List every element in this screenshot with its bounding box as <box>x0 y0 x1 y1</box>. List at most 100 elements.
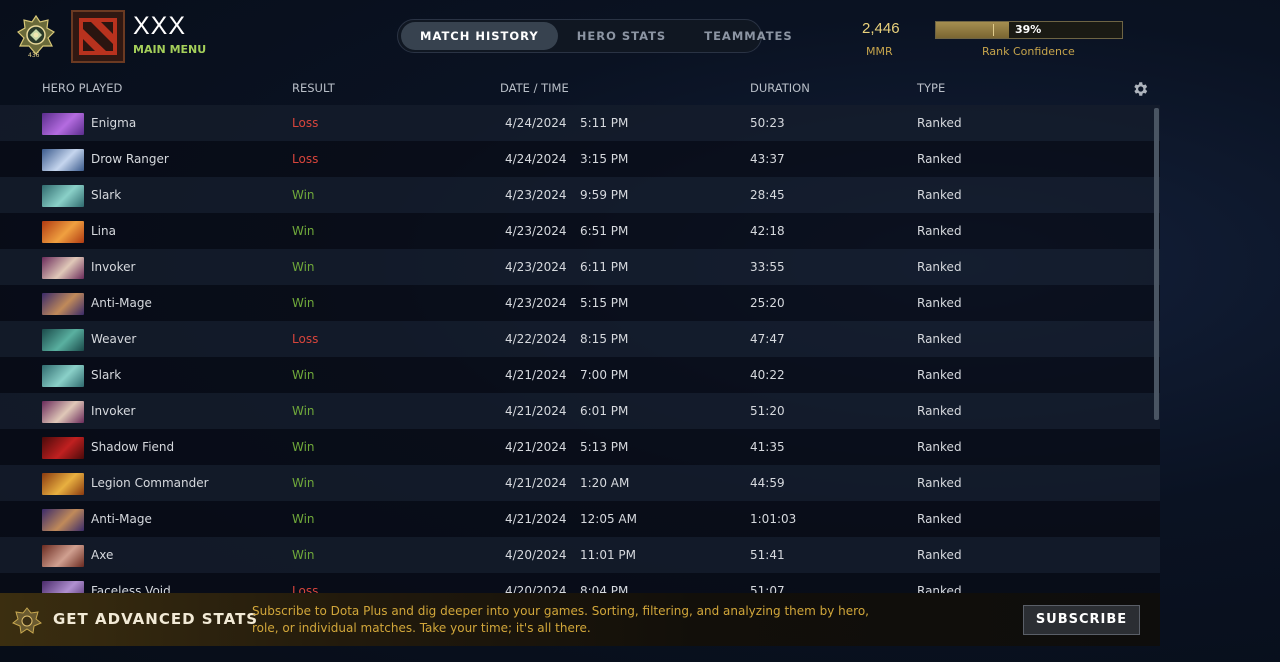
match-type: Ranked <box>917 260 962 274</box>
match-date-time: 4/23/2024 9:59 PM <box>505 188 660 202</box>
table-row[interactable]: Anti-Mage Win 4/23/2024 5:15 PM 25:20 Ranked <box>0 285 1160 321</box>
hero-name: Axe <box>91 548 114 562</box>
match-date: 4/21/2024 <box>505 440 567 454</box>
gear-icon[interactable] <box>1131 80 1149 98</box>
table-row[interactable]: Axe Win 4/20/2024 11:01 PM 51:41 Ranked <box>0 537 1160 573</box>
match-result: Win <box>292 224 315 238</box>
match-type: Ranked <box>917 332 962 346</box>
table-row[interactable]: Shadow Fiend Win 4/21/2024 5:13 PM 41:35 Rank… <box>0 429 1160 465</box>
match-date: 4/24/2024 <box>505 116 567 130</box>
match-date: 4/23/2024 <box>505 260 567 274</box>
match-date-time: 4/21/2024 5:13 PM <box>505 440 660 454</box>
subscribe-button[interactable]: SUBSCRIBE <box>1023 605 1140 635</box>
match-time: 5:13 PM <box>580 440 629 454</box>
match-date: 4/21/2024 <box>505 512 567 526</box>
match-type: Ranked <box>917 296 962 310</box>
hero-portrait-icon <box>42 365 84 387</box>
hero-name: Drow Ranger <box>91 152 169 166</box>
match-date: 4/24/2024 <box>505 152 567 166</box>
table-row[interactable]: Drow Ranger Loss 4/24/2024 3:15 PM 43:37 Rank… <box>0 141 1160 177</box>
match-type: Ranked <box>917 512 962 526</box>
tab-hero-stats[interactable]: HERO STATS <box>558 22 685 50</box>
column-header-result[interactable]: RESULT <box>292 81 335 95</box>
match-time: 8:04 PM <box>580 584 629 593</box>
hero-name: Invoker <box>91 404 136 418</box>
table-row[interactable]: Anti-Mage Win 4/21/2024 12:05 AM 1:01:03 Rank… <box>0 501 1160 537</box>
match-type: Ranked <box>917 548 962 562</box>
match-duration: 50:23 <box>750 116 785 130</box>
match-time: 5:15 PM <box>580 296 629 310</box>
column-header-type[interactable]: TYPE <box>917 81 945 95</box>
match-result: Win <box>292 260 315 274</box>
match-date-time: 4/20/2024 8:04 PM <box>505 584 660 593</box>
hero-name: Anti-Mage <box>91 296 152 310</box>
match-time: 9:59 PM <box>580 188 629 202</box>
rank-medal-icon[interactable]: 436 <box>14 14 58 60</box>
table-row[interactable]: Slark Win 4/23/2024 9:59 PM 28:45 Ranked <box>0 177 1160 213</box>
match-type: Ranked <box>917 188 962 202</box>
hero-name: Legion Commander <box>91 476 209 490</box>
match-date: 4/22/2024 <box>505 332 567 346</box>
hero-name: Lina <box>91 224 116 238</box>
column-header-datetime[interactable]: DATE / TIME <box>500 81 569 95</box>
table-row[interactable]: Invoker Win 4/21/2024 6:01 PM 51:20 Ranked <box>0 393 1160 429</box>
match-duration: 25:20 <box>750 296 785 310</box>
match-time: 6:51 PM <box>580 224 629 238</box>
table-row[interactable]: Legion Commander Win 4/21/2024 1:20 AM 44:59… <box>0 465 1160 501</box>
match-duration: 51:20 <box>750 404 785 418</box>
hero-name: Invoker <box>91 260 136 274</box>
tab-teammates[interactable]: TEAMMATES <box>685 22 811 50</box>
dota-logo-icon[interactable] <box>71 10 125 63</box>
hero-portrait-icon <box>42 581 84 593</box>
match-result: Win <box>292 440 315 454</box>
column-header-duration[interactable]: DURATION <box>750 81 810 95</box>
username: XXX <box>133 12 187 40</box>
match-date: 4/21/2024 <box>505 404 567 418</box>
hero-portrait-icon <box>42 401 84 423</box>
tab-bar: MATCH HISTORY HERO STATS TEAMMATES <box>397 19 792 53</box>
header: 436 XXX MAIN MENU MATCH HISTORY HERO STA… <box>0 0 1280 70</box>
match-result: Loss <box>292 584 319 593</box>
match-type: Ranked <box>917 476 962 490</box>
hero-name: Slark <box>91 188 122 202</box>
dota-plus-icon <box>12 607 42 635</box>
table-row[interactable]: Weaver Loss 4/22/2024 8:15 PM 47:47 Ranked <box>0 321 1160 357</box>
table-row[interactable]: Slark Win 4/21/2024 7:00 PM 40:22 Ranked <box>0 357 1160 393</box>
match-date: 4/20/2024 <box>505 548 567 562</box>
match-result: Loss <box>292 116 319 130</box>
match-date-time: 4/21/2024 12:05 AM <box>505 512 660 526</box>
hero-name: Slark <box>91 368 122 382</box>
match-time: 1:20 AM <box>580 476 630 490</box>
match-date-time: 4/21/2024 1:20 AM <box>505 476 660 490</box>
mmr-label: MMR <box>866 45 893 58</box>
match-date-time: 4/24/2024 3:15 PM <box>505 152 660 166</box>
match-date-time: 4/20/2024 11:01 PM <box>505 548 660 562</box>
table-header: HERO PLAYED RESULT DATE / TIME DURATION … <box>0 70 1160 105</box>
tab-match-history[interactable]: MATCH HISTORY <box>401 22 558 50</box>
table-row[interactable]: Faceless Void Loss 4/20/2024 8:04 PM 51:07 Ra… <box>0 573 1160 593</box>
table-body: Enigma Loss 4/24/2024 5:11 PM 50:23 Ranked Dro… <box>0 105 1160 593</box>
match-date: 4/23/2024 <box>505 296 567 310</box>
match-duration: 33:55 <box>750 260 785 274</box>
match-duration: 28:45 <box>750 188 785 202</box>
hero-portrait-icon <box>42 545 84 567</box>
match-duration: 40:22 <box>750 368 785 382</box>
match-time: 6:01 PM <box>580 404 629 418</box>
match-result: Loss <box>292 152 319 166</box>
banner-title: GET ADVANCED STATS <box>53 610 259 628</box>
match-result: Win <box>292 368 315 382</box>
table-row[interactable]: Lina Win 4/23/2024 6:51 PM 42:18 Ranked <box>0 213 1160 249</box>
table-scrollbar[interactable] <box>1154 108 1159 420</box>
rank-confidence-tick <box>993 24 994 36</box>
rank-confidence-bar: 39% <box>935 21 1123 39</box>
column-header-hero[interactable]: HERO PLAYED <box>42 81 122 95</box>
match-result: Win <box>292 296 315 310</box>
match-time: 5:11 PM <box>580 116 629 130</box>
match-duration: 41:35 <box>750 440 785 454</box>
match-result: Win <box>292 512 315 526</box>
table-row[interactable]: Invoker Win 4/23/2024 6:11 PM 33:55 Ranked <box>0 249 1160 285</box>
match-duration: 51:07 <box>750 584 785 593</box>
match-type: Ranked <box>917 368 962 382</box>
table-row[interactable]: Enigma Loss 4/24/2024 5:11 PM 50:23 Ranked <box>0 105 1160 141</box>
main-menu-link[interactable]: MAIN MENU <box>133 43 206 56</box>
